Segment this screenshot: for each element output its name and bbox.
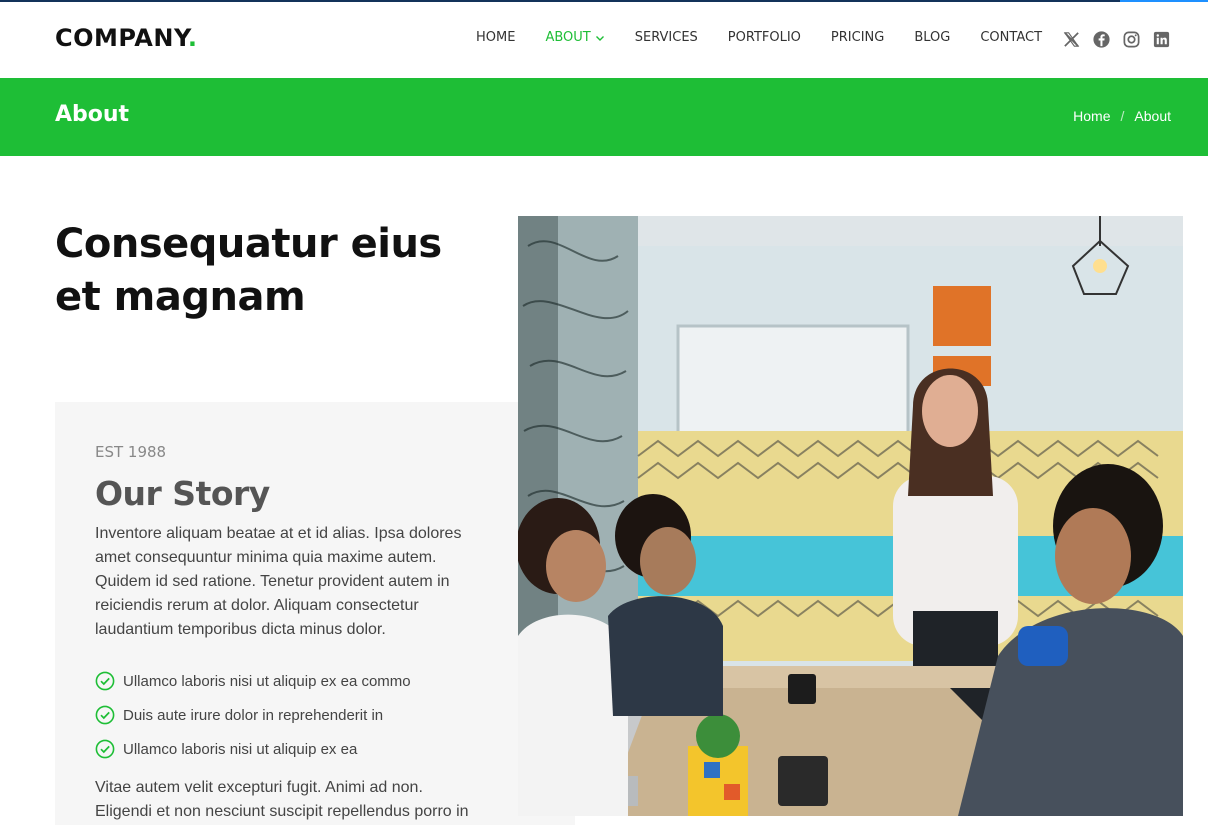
list-item: Duis aute irure dolor in reprehenderit i… bbox=[95, 698, 411, 732]
nav-home[interactable]: HOME bbox=[476, 30, 515, 45]
nav-about[interactable]: ABOUT bbox=[545, 30, 604, 45]
nav-services[interactable]: SERVICES bbox=[635, 30, 698, 45]
nav-pricing[interactable]: PRICING bbox=[831, 30, 884, 45]
team-meeting-photo bbox=[518, 216, 1183, 816]
site-header: COMPANY. HOME ABOUT SERVICES PORTFOLIO P… bbox=[0, 2, 1208, 78]
breadcrumb-separator: / bbox=[1120, 108, 1125, 124]
logo-text: COMPANY bbox=[55, 24, 188, 52]
story-card: EST 1988 Our Story Inventore aliquam bea… bbox=[55, 402, 575, 825]
instagram-icon[interactable] bbox=[1122, 30, 1141, 49]
list-item: Ullamco laboris nisi ut aliquip ex ea bbox=[95, 732, 411, 766]
main-nav: HOME ABOUT SERVICES PORTFOLIO PRICING BL… bbox=[476, 30, 1072, 45]
breadcrumb-home[interactable]: Home bbox=[1073, 108, 1110, 124]
linkedin-icon[interactable] bbox=[1152, 30, 1171, 49]
x-icon[interactable] bbox=[1062, 30, 1081, 49]
nav-blog[interactable]: BLOG bbox=[914, 30, 950, 45]
nav-about-label: ABOUT bbox=[545, 30, 591, 45]
checklist: Ullamco laboris nisi ut aliquip ex ea co… bbox=[95, 664, 411, 766]
story-more-text: Vitae autem velit excepturi fugit. Animi… bbox=[95, 779, 469, 820]
page-title-bar: About Home / About bbox=[0, 78, 1208, 156]
facebook-icon[interactable] bbox=[1092, 30, 1111, 49]
story-lead: Inventore aliquam beatae at et id alias.… bbox=[95, 525, 462, 638]
breadcrumb-current: About bbox=[1134, 108, 1171, 124]
breadcrumb: Home / About bbox=[1073, 108, 1171, 124]
check-circle-icon bbox=[95, 671, 115, 691]
list-item: Ullamco laboris nisi ut aliquip ex ea co… bbox=[95, 664, 411, 698]
logo-dot: . bbox=[187, 24, 198, 52]
est-label: EST 1988 bbox=[95, 443, 167, 461]
story-title: Our Story bbox=[95, 474, 270, 513]
page-title: About bbox=[55, 102, 130, 127]
nav-portfolio[interactable]: PORTFOLIO bbox=[728, 30, 801, 45]
list-item-text: Ullamco laboris nisi ut aliquip ex ea bbox=[123, 740, 358, 758]
chevron-down-icon bbox=[595, 35, 604, 41]
list-item-text: Duis aute irure dolor in reprehenderit i… bbox=[123, 706, 384, 724]
nav-contact[interactable]: CONTACT bbox=[980, 30, 1042, 45]
check-circle-icon bbox=[95, 739, 115, 759]
hero-heading: Consequatur eius et magnam bbox=[55, 221, 442, 320]
check-circle-icon bbox=[95, 705, 115, 725]
list-item-text: Ullamco laboris nisi ut aliquip ex ea co… bbox=[123, 672, 411, 690]
logo[interactable]: COMPANY. bbox=[55, 24, 197, 52]
social-links bbox=[1062, 30, 1182, 49]
